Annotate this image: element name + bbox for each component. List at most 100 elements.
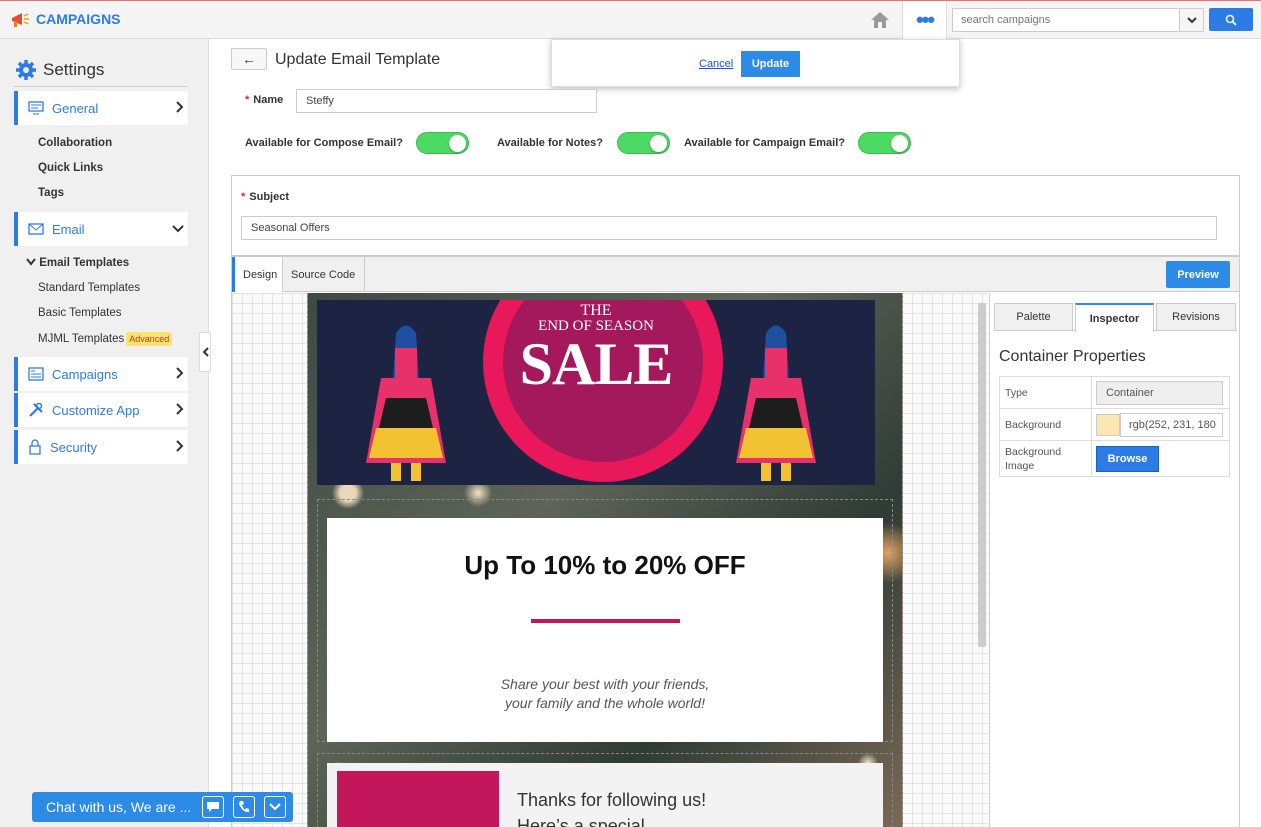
chevron-down-icon <box>172 225 184 233</box>
sidebar-subitem-basic-templates[interactable]: Basic Templates <box>38 307 122 319</box>
chat-widget[interactable]: Chat with us, We are ... <box>32 792 293 822</box>
type-field: Container <box>1096 380 1223 405</box>
template-editor: Design Source Code Preview THE END OF SE… <box>231 256 1240 827</box>
required-marker: * <box>245 94 250 106</box>
thanks-container[interactable]: Thanks for following us! Here’s a special <box>327 763 883 827</box>
app-title: CAMPAIGNS <box>36 11 121 27</box>
sidebar-item-customize-app[interactable]: Customize App <box>14 393 188 427</box>
settings-title: Settings <box>43 60 105 79</box>
background-color-input[interactable]: rgb(252, 231, 180 <box>1120 412 1223 437</box>
sidebar-subitem-collaboration[interactable]: Collaboration <box>38 137 112 149</box>
chevron-right-icon <box>176 367 184 379</box>
top-bar: CAMPAIGNS ••• <box>0 0 1261 39</box>
subject-label: * Subject <box>241 191 289 203</box>
back-button[interactable]: ← <box>231 48 267 70</box>
name-label-text: Name <box>253 94 284 106</box>
chevron-down-icon <box>269 803 281 811</box>
sidebar-item-security[interactable]: Security <box>14 430 188 464</box>
tools-icon <box>29 402 43 417</box>
subject-section: * Subject Seasonal Offers <box>231 175 1240 256</box>
envelope-icon <box>28 223 44 235</box>
thanks-line-1: Thanks for following us! <box>517 790 707 810</box>
sidebar-item-campaigns[interactable]: Campaigns <box>14 357 188 391</box>
email-templates-label: Email Templates <box>39 257 130 269</box>
search-button[interactable] <box>1209 8 1253 31</box>
browse-button[interactable]: Browse <box>1096 445 1159 472</box>
subject-field[interactable]: Seasonal Offers <box>241 216 1217 240</box>
sidebar: Settings General Collaboration Quick Lin… <box>0 39 209 827</box>
chat-minimize-button[interactable] <box>264 796 286 818</box>
sidebar-subitem-standard-templates[interactable]: Standard Templates <box>38 282 140 294</box>
required-marker: * <box>241 191 246 203</box>
chevron-left-icon <box>202 347 209 357</box>
mjml-label: MJML Templates <box>38 333 125 346</box>
app-brand[interactable]: CAMPAIGNS <box>10 10 121 28</box>
gear-icon <box>16 60 36 80</box>
chevron-right-icon <box>176 403 184 415</box>
banner-sale: SALE <box>519 331 674 397</box>
toggle-label-campaign: Available for Campaign Email? <box>684 137 845 149</box>
tagline-line-1: Share your best with your friends, <box>500 676 710 692</box>
tab-design[interactable]: Design <box>232 257 283 292</box>
name-field[interactable]: Steffy <box>296 89 597 113</box>
pink-block <box>337 771 499 827</box>
settings-heading: Settings <box>15 59 104 81</box>
sidebar-item-email[interactable]: Email <box>14 212 188 246</box>
name-label: * Name <box>245 94 283 106</box>
home-button[interactable] <box>858 1 903 39</box>
message-icon <box>207 802 219 812</box>
sidebar-subitem-mjml-templates[interactable]: MJML Templates Advanced <box>38 332 173 346</box>
more-menu-button[interactable]: ••• <box>903 1 947 39</box>
panel-title: Container Properties <box>999 348 1146 365</box>
cancel-link[interactable]: Cancel <box>699 58 733 70</box>
sidebar-item-label: Campaigns <box>52 366 118 382</box>
chevron-right-icon <box>176 440 184 452</box>
sidebar-subitem-tags[interactable]: Tags <box>38 187 64 199</box>
chat-phone-button[interactable] <box>233 796 255 818</box>
chevron-down-icon <box>26 258 36 266</box>
headline-divider <box>531 619 680 623</box>
search-input[interactable] <box>953 9 1179 31</box>
megaphone-icon <box>12 13 29 27</box>
search-icon <box>1225 14 1237 26</box>
sale-banner-image[interactable]: THE END OF SEASON SALE <box>317 300 875 485</box>
search-dropdown-button[interactable] <box>1179 9 1203 31</box>
preview-button[interactable]: Preview <box>1166 261 1230 288</box>
design-canvas[interactable]: THE END OF SEASON SALE Up To 10% to 20% … <box>232 293 988 827</box>
thanks-text: Thanks for following us! Here’s a special <box>517 787 706 827</box>
toggle-campaign-email[interactable] <box>858 132 911 154</box>
background-color-value: rgb(252, 231, 180 <box>1129 418 1216 431</box>
tab-palette[interactable]: Palette <box>994 303 1073 331</box>
arrow-left-icon: ← <box>242 51 256 67</box>
sidebar-subitem-quick-links[interactable]: Quick Links <box>38 162 103 174</box>
offer-headline: Up To 10% to 20% OFF <box>464 550 746 580</box>
campaigns-icon <box>28 367 44 381</box>
home-icon <box>871 12 889 28</box>
type-label: Type <box>999 376 1092 409</box>
background-label: Background <box>999 408 1092 441</box>
sidebar-item-general[interactable]: General <box>14 91 188 125</box>
update-button[interactable]: Update <box>741 51 800 77</box>
toggle-label-notes: Available for Notes? <box>497 137 603 149</box>
subject-label-text: Subject <box>249 191 290 203</box>
offer-container[interactable]: Up To 10% to 20% OFF Share your best wit… <box>327 518 883 742</box>
monitor-icon <box>28 101 44 115</box>
editor-tabs: Design Source Code Preview <box>232 257 1239 292</box>
canvas-scrollbar[interactable] <box>978 303 986 647</box>
chat-message-button[interactable] <box>202 796 224 818</box>
tab-source-code[interactable]: Source Code <box>283 257 365 292</box>
tab-inspector[interactable]: Inspector <box>1075 303 1154 332</box>
lock-icon <box>29 439 41 455</box>
sidebar-subitem-email-templates[interactable]: Email Templates <box>26 257 129 269</box>
phone-icon <box>239 801 249 813</box>
sidebar-item-label: Customize App <box>52 402 140 418</box>
email-preview: THE END OF SEASON SALE Up To 10% to 20% … <box>307 293 903 827</box>
inspector-panel: Palette Inspector Revisions Container Pr… <box>989 293 1239 827</box>
toggle-compose-email[interactable] <box>416 132 469 154</box>
background-color-swatch[interactable] <box>1096 413 1120 436</box>
chevron-down-icon <box>1186 16 1197 23</box>
tab-revisions[interactable]: Revisions <box>1156 303 1236 331</box>
toggle-notes[interactable] <box>617 132 670 154</box>
toggle-label-compose: Available for Compose Email? <box>245 137 403 149</box>
background-image-label: Background Image <box>999 440 1092 477</box>
